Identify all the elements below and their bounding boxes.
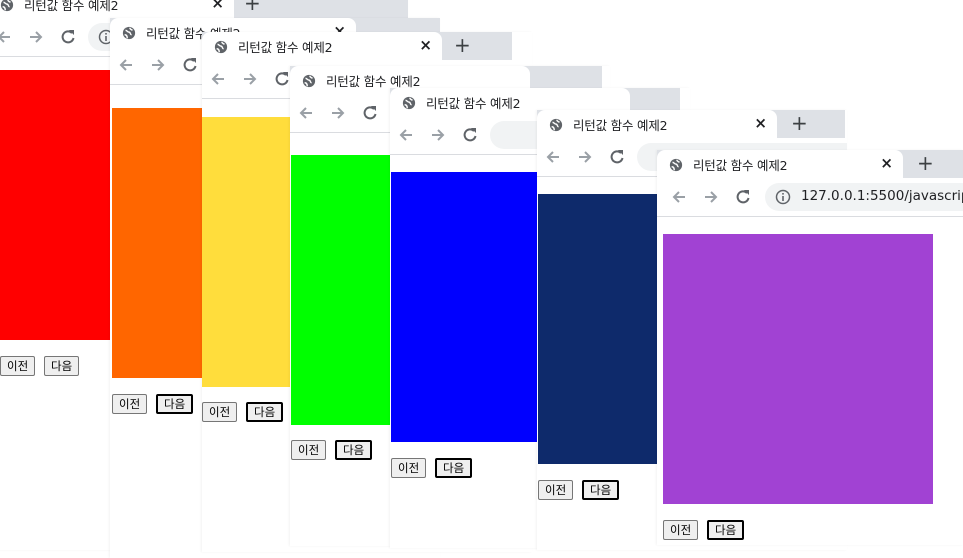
back-arrow-icon[interactable] [0, 27, 14, 47]
forward-arrow-icon[interactable] [428, 125, 448, 145]
back-arrow-icon[interactable] [669, 187, 689, 207]
prev-button[interactable]: 이전 [291, 440, 327, 460]
prev-button[interactable]: 이전 [0, 356, 36, 376]
reload-icon[interactable] [180, 55, 200, 75]
forward-arrow-icon[interactable] [575, 147, 595, 167]
new-tab-button[interactable]: + [454, 34, 471, 56]
back-arrow-icon[interactable] [208, 69, 228, 89]
back-arrow-icon[interactable] [296, 103, 316, 123]
new-tab-button[interactable]: + [917, 152, 934, 174]
globe-icon [302, 73, 316, 88]
address-bar[interactable]: 127.0.0.1:5500/javascript/t [765, 183, 963, 211]
next-button[interactable]: 다음 [335, 440, 373, 460]
tab-title: 리턴값 함수 예제2 [693, 158, 788, 173]
color-box [663, 234, 933, 504]
forward-arrow-icon[interactable] [240, 69, 260, 89]
tab-strip: 리턴값 함수 예제2 × + [0, 0, 408, 18]
tab-strip: 리턴값 함수 예제2 × + [202, 32, 512, 60]
prev-button[interactable]: 이전 [538, 480, 574, 500]
next-button[interactable]: 다음 [435, 458, 473, 478]
globe-icon [549, 117, 563, 132]
url-text: 127.0.0.1:5500/javascript/t [801, 188, 963, 204]
forward-arrow-icon[interactable] [701, 187, 721, 207]
forward-arrow-icon[interactable] [328, 103, 348, 123]
back-arrow-icon[interactable] [116, 55, 136, 75]
new-tab-button[interactable]: + [791, 112, 808, 134]
back-arrow-icon[interactable] [543, 147, 563, 167]
prev-button[interactable]: 이전 [391, 458, 427, 478]
next-button[interactable]: 다음 [44, 356, 80, 376]
browser-tab[interactable]: 리턴값 함수 예제2 × [0, 0, 234, 18]
tab-title: 리턴값 함수 예제2 [238, 40, 333, 55]
browser-tab[interactable]: 리턴값 함수 예제2 × [537, 110, 777, 138]
next-button[interactable]: 다음 [707, 520, 745, 540]
tab-strip: 리턴값 함수 예제2 × + [537, 110, 845, 138]
forward-arrow-icon[interactable] [26, 27, 46, 47]
next-button[interactable]: 다음 [582, 480, 620, 500]
info-icon[interactable] [775, 189, 791, 205]
reload-icon[interactable] [607, 147, 627, 167]
close-tab-icon[interactable]: × [880, 154, 893, 172]
browser-tab[interactable]: 리턴값 함수 예제2 × [202, 32, 442, 60]
prev-button[interactable]: 이전 [112, 394, 148, 414]
prev-button[interactable]: 이전 [202, 402, 238, 422]
forward-arrow-icon[interactable] [148, 55, 168, 75]
globe-icon [669, 157, 683, 172]
close-tab-icon[interactable]: × [419, 36, 432, 54]
tab-strip: 리턴값 함수 예제2 × + [657, 150, 963, 178]
reload-icon[interactable] [360, 103, 380, 123]
close-tab-icon[interactable]: × [754, 114, 767, 132]
page-content: 이전 다음 [657, 220, 963, 545]
toolbar: 127.0.0.1:5500/javascript/t [657, 178, 963, 217]
prev-button[interactable]: 이전 [663, 520, 699, 540]
globe-icon [0, 0, 14, 12]
reload-icon[interactable] [460, 125, 480, 145]
globe-icon [122, 25, 136, 40]
browser-tab[interactable]: 리턴값 함수 예제2 × [657, 150, 903, 178]
close-tab-icon[interactable]: × [211, 0, 224, 12]
tab-title: 리턴값 함수 예제2 [24, 0, 119, 13]
browser-window-7: 리턴값 함수 예제2 × + 127.0.0.1:5500/javascript… [657, 150, 963, 545]
tab-title: 리턴값 함수 예제2 [573, 118, 668, 133]
new-tab-button[interactable]: + [244, 0, 261, 14]
reload-icon[interactable] [58, 27, 78, 47]
reload-icon[interactable] [733, 187, 753, 207]
back-arrow-icon[interactable] [396, 125, 416, 145]
next-button[interactable]: 다음 [246, 402, 284, 422]
reload-icon[interactable] [272, 69, 292, 89]
next-button[interactable]: 다음 [156, 394, 194, 414]
globe-icon [214, 39, 228, 54]
tab-title: 리턴값 함수 예제2 [426, 96, 521, 111]
globe-icon [402, 95, 416, 110]
